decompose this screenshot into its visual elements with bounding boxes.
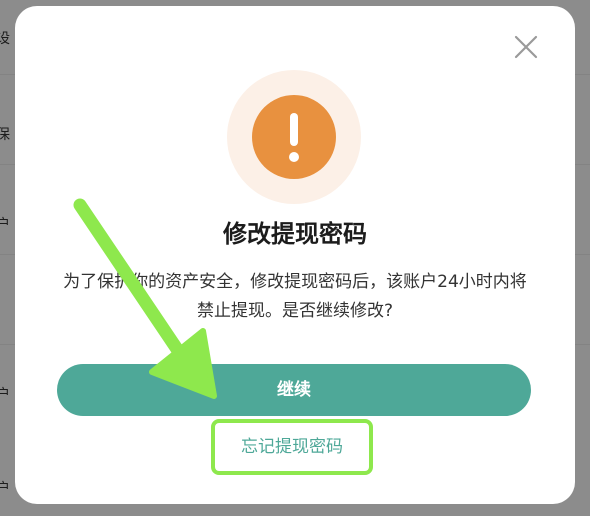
close-icon — [514, 35, 538, 59]
forgot-password-link[interactable]: 忘记提现密码 — [211, 419, 373, 475]
confirm-dialog: 修改提现密码 为了保护你的资产安全，修改提现密码后，该账户24小时内将禁止提现。… — [15, 6, 575, 504]
dialog-title: 修改提现密码 — [223, 220, 367, 248]
close-button[interactable] — [513, 34, 539, 60]
warning-icon — [252, 95, 336, 179]
warning-icon-halo — [227, 70, 361, 204]
dialog-message: 为了保护你的资产安全，修改提现密码后，该账户24小时内将禁止提现。是否继续修改? — [63, 272, 527, 321]
continue-button[interactable]: 继续 — [57, 364, 531, 416]
